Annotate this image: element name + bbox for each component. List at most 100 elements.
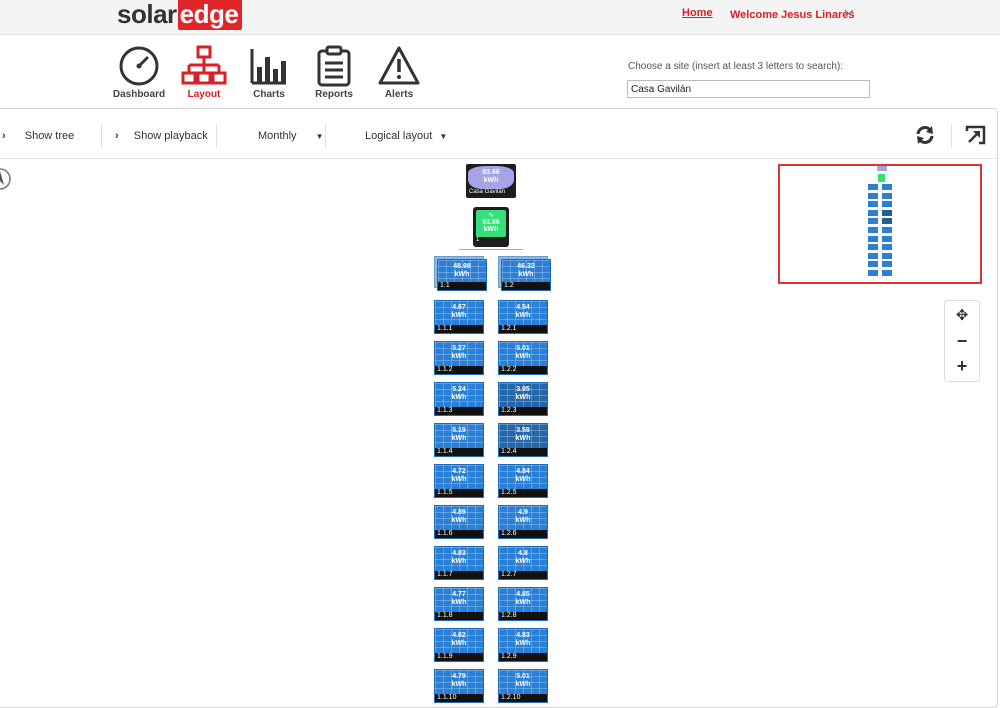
layout-mode-selected: Logical layout [365,130,433,142]
module-id: 1.2.2 [499,366,547,374]
module-unit: kWh [515,640,531,647]
home-link[interactable]: Home [682,7,713,19]
site-search-input[interactable] [627,80,870,98]
module-id: 1.2.10 [499,694,547,702]
module-panel[interactable]: 4.79 kWh 1.1.10 [434,669,484,703]
minimap-module [882,244,892,251]
period-selected: Monthly [258,130,297,142]
string-node[interactable]: 48.98 kWh 1.1 [434,256,487,291]
minimap-module [882,227,892,233]
module-panel[interactable]: 5.24 kWh 1.1.3 [434,382,484,416]
module-id: 1.2.1 [499,325,547,333]
module-panel[interactable]: 4.83 kWh 1.1.7 [434,546,484,580]
inverter-id: 1 [476,237,480,243]
chevron-down-icon[interactable] [844,7,854,17]
module-value: 4.83 [452,550,466,557]
nav-layout[interactable]: Layout [174,45,234,100]
module-id: 1.1.5 [435,489,483,497]
solaredge-logo[interactable]: solar edge [117,0,243,30]
module-value: 4.8 [518,550,528,557]
module-panel[interactable]: 5.19 kWh 1.1.4 [434,423,484,457]
nav-reports[interactable]: Reports [304,45,364,100]
module-id: 1.1.3 [435,407,483,415]
recenter-icon[interactable]: ✥ [945,304,979,328]
caret-down-icon: ▼ [439,132,448,141]
inverter-value: 93.66 [482,219,500,226]
module-panel[interactable]: 4.62 kWh 1.1.9 [434,628,484,662]
layout-minimap[interactable] [778,164,982,284]
nav-dashboard[interactable]: Dashboard [109,45,169,100]
string-id: 1.2 [502,282,550,290]
module-panel[interactable]: 5.27 kWh 1.1.2 [434,341,484,375]
module-unit: kWh [515,517,531,524]
zoom-in-button[interactable]: + [945,354,979,378]
period-dropdown[interactable]: Monthly ▼ [258,130,324,142]
module-unit: kWh [451,517,467,524]
module-value: 3.95 [516,386,530,393]
module-value: 4.89 [452,509,466,516]
site-node-name: Casa Gavilán [469,189,506,195]
show-playback-toggle[interactable]: › Show playback [115,130,208,142]
toolbar-divider [325,124,326,148]
module-id: 1.1.7 [435,571,483,579]
module-panel[interactable]: 4.9 kWh 1.2.6 [498,505,548,539]
module-unit: kWh [451,435,467,442]
module-panel[interactable]: 4.8 kWh 1.2.7 [498,546,548,580]
module-panel[interactable]: 4.67 kWh 1.1.1 [434,300,484,334]
module-unit: kWh [515,312,531,319]
module-panel[interactable]: 4.85 kWh 1.2.8 [498,587,548,621]
module-panel[interactable]: 4.89 kWh 1.1.6 [434,505,484,539]
minimap-module [868,192,878,199]
module-panel[interactable]: 4.83 kWh 1.2.9 [498,628,548,662]
module-panel[interactable]: 5.01 kWh 1.2.10 [498,669,548,703]
module-panel[interactable]: 4.77 kWh 1.1.8 [434,587,484,621]
nav-alerts[interactable]: Alerts [369,45,429,100]
string-node[interactable]: 46.32 kWh 1.2 [498,256,551,291]
module-id: 1.2.3 [499,407,547,415]
minimap-module [882,184,892,190]
nav-label: Reports [315,89,353,100]
module-id: 1.2.5 [499,489,547,497]
module-panel[interactable]: 5.01 kWh 1.2.2 [498,341,548,375]
minimap-module [868,244,878,251]
module-unit: kWh [451,599,467,606]
inverter-node[interactable]: ∿ 93.66 kWh 1 [473,207,509,247]
welcome-user-menu[interactable]: Welcome Jesus Linares [730,9,855,21]
zoom-out-button[interactable]: − [945,329,979,353]
module-unit: kWh [451,476,467,483]
minimap-module [882,270,892,276]
connector-line [459,249,523,250]
module-panel[interactable]: 3.58 kWh 1.2.4 [498,423,548,457]
module-id: 1.2.6 [499,530,547,538]
string-value: 46.32 [517,263,535,270]
module-panel[interactable]: 4.54 kWh 1.2.1 [498,300,548,334]
show-tree-toggle[interactable]: › Show tree [2,130,74,142]
module-unit: kWh [451,640,467,647]
module-panel[interactable]: 4.72 kWh 1.1.5 [434,464,484,498]
nav-label: Charts [253,89,285,100]
charts-icon [250,49,286,85]
module-value: 4.77 [452,591,466,598]
module-unit: kWh [451,312,467,319]
module-value: 4.54 [516,304,530,311]
site-node[interactable]: 93.66 kWh Casa Gavilán [466,164,516,198]
module-panel[interactable]: 4.84 kWh 1.2.5 [498,464,548,498]
string-id: 1.1 [438,282,486,290]
site-node-unit: kWh [483,177,499,184]
module-id: 1.1.6 [435,530,483,538]
refresh-icon[interactable] [914,125,936,145]
module-id: 1.1.9 [435,653,483,661]
module-panel[interactable]: 3.95 kWh 1.2.3 [498,382,548,416]
module-unit: kWh [515,435,531,442]
minimap-module [868,235,878,242]
layout-mode-dropdown[interactable]: Logical layout ▼ [365,130,447,142]
chevron-right-icon: › [2,130,6,142]
compass-icon[interactable] [0,165,14,193]
minimap-module [882,252,892,259]
module-id: 1.2.9 [499,653,547,661]
minimap-module [882,261,892,268]
expand-icon[interactable] [965,125,987,145]
module-value: 5.24 [452,386,466,393]
nav-charts[interactable]: Charts [239,45,299,100]
string-panel: 46.32 kWh 1.2 [501,259,551,291]
